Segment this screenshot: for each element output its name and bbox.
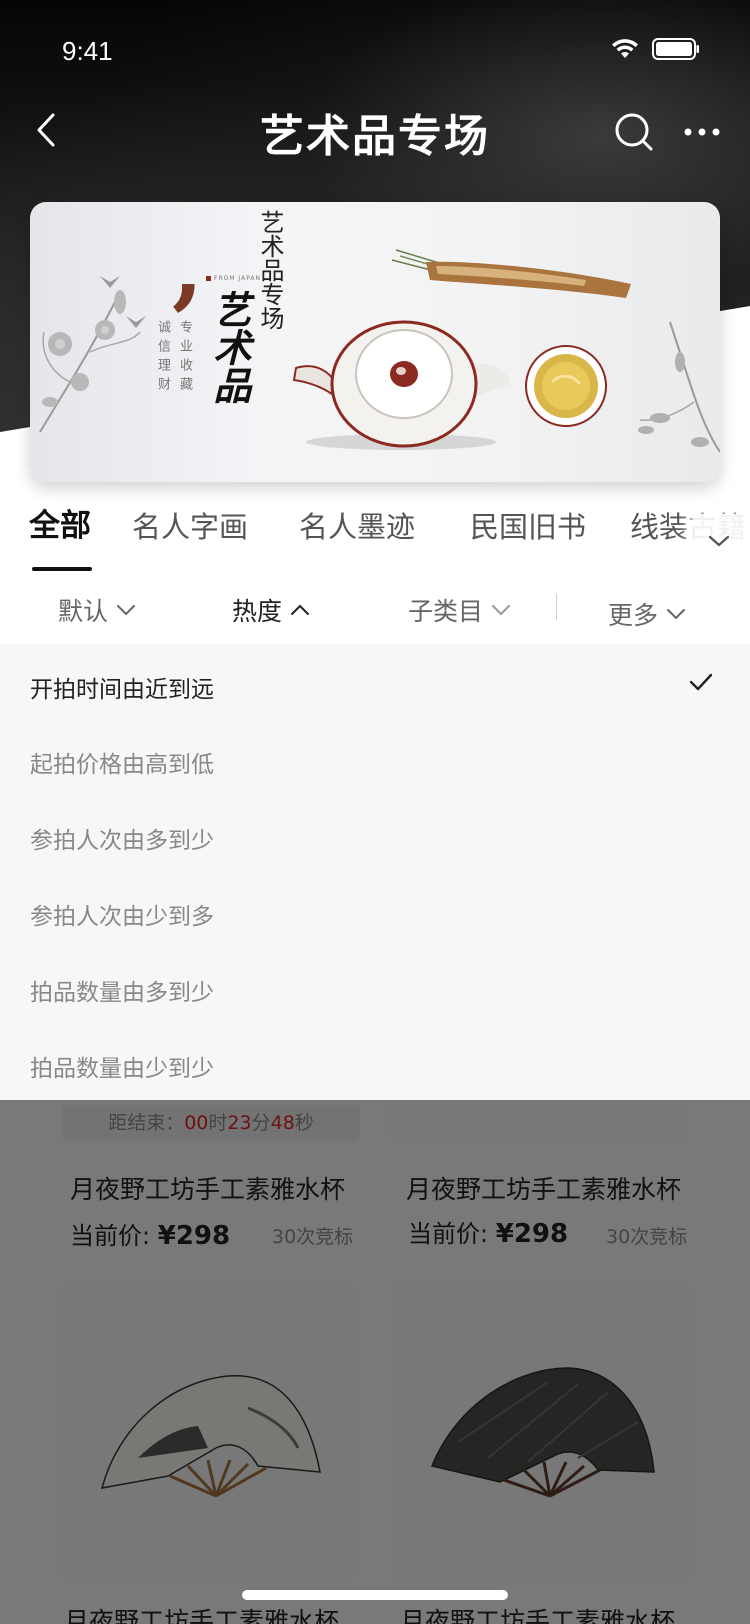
status-icons bbox=[610, 38, 700, 60]
search-icon bbox=[615, 113, 653, 151]
filter-default[interactable]: 默认 bbox=[58, 592, 136, 628]
tea-scoop-illustration bbox=[391, 249, 631, 298]
sort-option[interactable]: 起拍价格由高到低 bbox=[30, 745, 214, 779]
chevron-down-icon bbox=[492, 605, 511, 616]
decorative-comma: , bbox=[172, 214, 204, 320]
chevron-down-icon bbox=[117, 605, 136, 616]
banner-slogan: 诚信理财 bbox=[155, 320, 170, 396]
wifi-icon bbox=[610, 38, 640, 60]
chevron-down-icon bbox=[708, 535, 730, 547]
filter-popularity[interactable]: 热度 bbox=[232, 592, 310, 628]
filter-label: 默认 bbox=[58, 597, 109, 626]
sort-option[interactable]: 拍品数量由多到少 bbox=[30, 973, 214, 1007]
sort-dropdown bbox=[0, 644, 750, 1100]
filter-label: 热度 bbox=[232, 597, 283, 626]
active-tab-indicator bbox=[32, 567, 92, 571]
battery-icon bbox=[652, 38, 700, 60]
filter-more[interactable]: 更多 bbox=[608, 596, 686, 632]
teacup-illustration bbox=[525, 345, 607, 427]
filter-label: 更多 bbox=[608, 601, 659, 630]
filter-subcategory[interactable]: 子类目 bbox=[408, 592, 511, 628]
expand-categories-button[interactable] bbox=[693, 514, 745, 568]
sort-option[interactable]: 拍品数量由少到少 bbox=[30, 1049, 214, 1083]
status-time: 9:41 bbox=[62, 36, 113, 66]
promo-banner[interactable]: , FROM JAPAN 艺术品专场 艺术品 诚信理财 专业收藏 bbox=[30, 202, 720, 482]
checkmark-icon bbox=[689, 673, 713, 691]
search-button[interactable] bbox=[614, 112, 654, 152]
tab-republic-books[interactable]: 民国旧书 bbox=[470, 504, 586, 546]
more-dots-icon bbox=[684, 128, 720, 136]
banner-slogans: 诚信理财 专业收藏 bbox=[154, 320, 288, 396]
category-tabs: 全部 名人字画 名人墨迹 民国旧书 线装古籍 bbox=[0, 500, 750, 560]
chevron-down-icon bbox=[667, 609, 686, 620]
banner-slogan: 专业收藏 bbox=[177, 320, 192, 396]
filter-label: 子类目 bbox=[408, 597, 484, 626]
sort-option[interactable]: 参拍人次由多到少 bbox=[30, 821, 214, 855]
banner-small-label: FROM JAPAN bbox=[206, 275, 261, 282]
banner-title: 艺术品专场 bbox=[256, 210, 284, 330]
sort-option[interactable]: 参拍人次由少到多 bbox=[30, 897, 214, 931]
tab-celebrity-calligraphy[interactable]: 名人墨迹 bbox=[299, 504, 415, 546]
teapot-illustration bbox=[292, 320, 510, 450]
branch-illustration bbox=[638, 321, 720, 453]
filter-divider bbox=[556, 594, 557, 620]
more-button[interactable] bbox=[682, 120, 722, 144]
tab-celebrity-painting[interactable]: 名人字画 bbox=[132, 504, 248, 546]
filter-bar: 默认 热度 子类目 更多 bbox=[0, 586, 750, 644]
home-indicator[interactable] bbox=[242, 1590, 508, 1600]
chevron-up-icon bbox=[291, 604, 310, 615]
tab-all[interactable]: 全部 bbox=[29, 500, 91, 545]
sort-option[interactable]: 开拍时间由近到远 bbox=[30, 670, 214, 704]
